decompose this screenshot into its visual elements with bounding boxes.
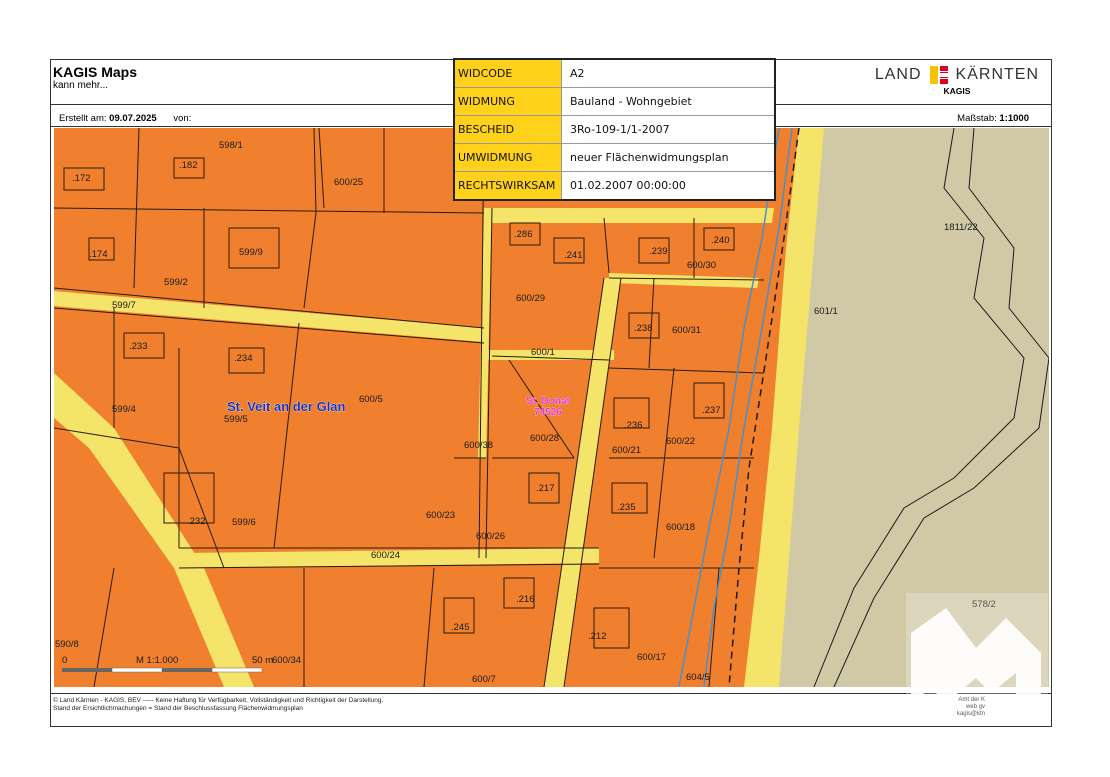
parcel-label: .212 <box>588 631 607 642</box>
info-key: WIDCODE <box>453 58 562 88</box>
parcel-label: 599/9 <box>239 247 263 258</box>
parcel-label: .240 <box>711 235 730 246</box>
parcel-label: .286 <box>514 229 533 240</box>
parcel-label: .217 <box>536 483 555 494</box>
scale-value: 1:1000 <box>999 113 1029 124</box>
cadastral-label-line2: 74526 <box>534 407 562 418</box>
parcel-label: .236 <box>624 420 643 431</box>
parcel-label: .245 <box>451 622 470 633</box>
parcel-label: .234 <box>234 353 253 364</box>
parcel-label: 600/1 <box>531 347 555 358</box>
created-info: Erstellt am: 09.07.2025 von: <box>59 113 191 124</box>
parcel-label: .174 <box>89 249 108 260</box>
parcel-label: 600/17 <box>637 652 666 663</box>
info-row: RECHTSWIRKSAM 01.02.2007 00:00:00 <box>453 171 776 201</box>
info-value: Bauland - Wohngebiet <box>561 87 776 116</box>
parcel-label: 600/29 <box>516 293 545 304</box>
parcel-label: .237 <box>702 405 721 416</box>
cadastral-label-line1: St. Donat <box>526 396 571 407</box>
parcel-label: 604/5 <box>686 672 710 683</box>
map-canvas[interactable]: 598/1 .182 .172 600/25 .174 599/9 599/2 … <box>54 128 1049 687</box>
app-header: KAGIS Maps kann mehr... <box>53 64 137 91</box>
parcel-label: 600/31 <box>672 325 701 336</box>
info-key: WIDMUNG <box>453 87 562 116</box>
scale-label: Maßstab: <box>957 113 997 124</box>
parcel-label: 599/5 <box>224 414 248 425</box>
parcel-label: 600/18 <box>666 522 695 533</box>
parcel-label: .238 <box>634 323 653 334</box>
scale-info: Maßstab: 1:1000 <box>957 113 1029 124</box>
brand-sub: KAGIS <box>943 86 971 96</box>
info-key: UMWIDMUNG <box>453 143 562 172</box>
parcel-label: .233 <box>129 341 148 352</box>
parcel-label: 1811/22 <box>944 222 978 233</box>
footer-line-1: © Land Kärnten - KAGIS, BEV ----- Keine … <box>53 697 384 704</box>
info-row: WIDCODE A2 <box>453 58 776 88</box>
parcel-label: .235 <box>617 502 636 513</box>
parcel-label: .239 <box>649 246 668 257</box>
parcel-label: .232 <box>187 516 206 527</box>
parcel-label: 601/1 <box>814 306 838 317</box>
parcel-label: 600/34 <box>272 655 301 666</box>
from-label: von: <box>173 113 192 124</box>
parcel-label: 600/23 <box>426 510 455 521</box>
parcel-label: 590/8 <box>55 639 79 650</box>
parcel-label: 600/28 <box>530 433 559 444</box>
town-label: St. Veit an der Glan <box>227 399 346 414</box>
info-value: 3Ro-109-1/1-2007 <box>561 115 776 144</box>
parcel-label: .182 <box>179 160 198 171</box>
app-tagline: kann mehr... <box>53 80 109 91</box>
footer-divider <box>51 693 1051 694</box>
info-key: BESCHEID <box>453 115 562 144</box>
created-label: Erstellt am: <box>59 113 107 124</box>
brand-logo: LAND KÄRNTEN KAGIS <box>875 66 1039 96</box>
parcel-label: .241 <box>564 250 583 261</box>
footer-disclaimer: © Land Kärnten - KAGIS, BEV ----- Keine … <box>53 697 383 712</box>
info-row: WIDMUNG Bauland - Wohngebiet <box>453 87 776 116</box>
parcel-label: 598/1 <box>219 140 243 151</box>
parcel-label: 600/38 <box>464 440 493 451</box>
parcel-label: 600/22 <box>666 436 695 447</box>
scalebar-end: 50 m <box>252 655 273 666</box>
parcel-label: 600/30 <box>687 260 716 271</box>
parcel-label: 600/5 <box>359 394 383 405</box>
parcel-label: 600/24 <box>371 550 400 561</box>
parcel-label: 599/2 <box>164 277 188 288</box>
footer-line-2: Stand der Ersichtlichmachungen = Stand d… <box>53 704 303 712</box>
carinthia-flag-icon <box>929 66 948 84</box>
info-value: neuer Flächenwidmungsplan <box>561 143 776 172</box>
info-value: A2 <box>561 58 776 88</box>
info-row: BESCHEID 3Ro-109-1/1-2007 <box>453 115 776 144</box>
widmung-info-table: WIDCODE A2 WIDMUNG Bauland - Wohngebiet … <box>453 58 776 201</box>
parcel-label: 600/26 <box>476 531 505 542</box>
watermark-logo <box>906 593 1048 723</box>
parcel-label: .216 <box>516 594 535 605</box>
parcel-label: 599/7 <box>112 300 136 311</box>
parcel-label: 600/21 <box>612 445 641 456</box>
brand-right: KÄRNTEN <box>955 66 1039 83</box>
parcel-label: 599/6 <box>232 517 256 528</box>
parcel-label: 600/7 <box>472 674 496 685</box>
scalebar-middle: M 1:1.000 <box>136 655 178 666</box>
app-title: KAGIS Maps <box>53 64 138 80</box>
info-key: RECHTSWIRKSAM <box>453 171 562 201</box>
parcel-label: 600/25 <box>334 177 363 188</box>
info-value: 01.02.2007 00:00:00 <box>561 171 776 201</box>
brand-left: LAND <box>874 66 922 83</box>
info-row: UMWIDMUNG neuer Flächenwidmungsplan <box>453 143 776 172</box>
scalebar-start: 0 <box>62 655 67 666</box>
parcel-label: .172 <box>72 173 91 184</box>
parcel-label: 599/4 <box>112 404 136 415</box>
created-date: 09.07.2025 <box>109 113 157 124</box>
